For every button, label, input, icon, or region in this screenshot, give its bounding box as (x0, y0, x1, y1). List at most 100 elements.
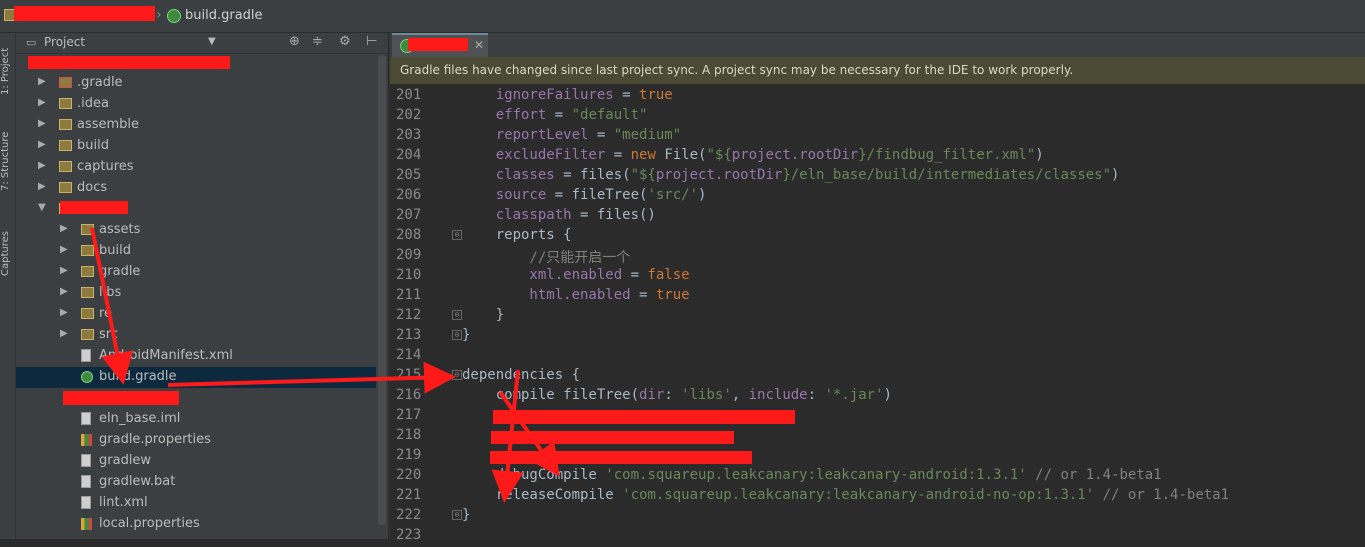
project-view-selector[interactable]: Project (44, 35, 85, 49)
code-text: html.enabled = true (462, 287, 689, 303)
fold-marker-icon[interactable]: ⊖ (452, 370, 462, 380)
code-line: 202 effort = "default" (390, 107, 1365, 127)
fold-marker-icon[interactable]: ⊖ (452, 330, 462, 340)
tab-structure[interactable]: 7: Structure (0, 125, 15, 197)
expand-arrow-icon[interactable]: ▶ (60, 286, 68, 297)
chevron-down-icon[interactable]: ▼ (208, 36, 216, 47)
code-token: File( (664, 147, 707, 163)
tree-item[interactable]: ▶ libs (16, 283, 376, 304)
code-token: excludeFilter (462, 147, 606, 163)
tab-captures[interactable]: Captures (0, 223, 15, 285)
expand-arrow-icon[interactable]: ▶ (38, 76, 46, 87)
tree-item[interactable]: build.gradle (16, 367, 376, 388)
code-token: 'libs' (681, 387, 732, 403)
tree-item-label: re (99, 306, 113, 321)
tree-item[interactable]: eln_base.iml (16, 409, 376, 430)
folder-icon (81, 308, 94, 319)
tree-item[interactable]: lint.xml (16, 493, 376, 514)
expand-arrow-icon[interactable]: ▶ (60, 307, 68, 318)
expand-arrow-icon[interactable]: ▶ (38, 160, 46, 171)
code-text: compile fileTree(dir: 'libs', include: '… (462, 387, 892, 403)
expand-arrow-icon[interactable]: ▶ (60, 223, 68, 234)
tree-item[interactable]: gradlew (16, 451, 376, 472)
expand-arrow-icon[interactable]: ▶ (38, 97, 46, 108)
tool-window-strip: 1: Project 7: Structure Captures (0, 33, 16, 539)
tree-item[interactable]: ▶ assets (16, 220, 376, 241)
code-text: ignoreFailures = true (462, 87, 673, 103)
tree-item[interactable]: ▶ build (16, 136, 376, 157)
code-token: 'com.squareup.leakcanary:leakcanary-andr… (622, 487, 1095, 503)
code-line: 214 (390, 347, 1365, 367)
collapse-arrow-icon[interactable]: ▼ (38, 202, 46, 213)
expand-arrow-icon[interactable]: ▶ (38, 118, 46, 129)
collapse-all-icon[interactable]: ≑ (312, 34, 323, 49)
tree-item[interactable]: gradle.properties (16, 430, 376, 451)
tree-item[interactable]: ▶ src (16, 325, 376, 346)
code-line: 222 ⊖} (390, 507, 1365, 527)
close-icon[interactable]: ✕ (474, 38, 484, 52)
expand-arrow-icon[interactable]: ▶ (38, 181, 46, 192)
editor-tab[interactable]: ✕ (392, 33, 488, 57)
code-area[interactable]: 201 ignoreFailures = true 202 effort = "d… (390, 84, 1365, 543)
code-token: source (462, 187, 547, 203)
sync-target-icon[interactable]: ⊕ (289, 34, 300, 49)
code-token: : (664, 387, 682, 403)
code-text: classes = files("${project.rootDir}/eln_… (462, 167, 1120, 183)
expand-arrow-icon[interactable]: ▶ (60, 244, 68, 255)
project-view-icon: ▭ (26, 36, 37, 49)
tree-item[interactable]: ▶ docs (16, 178, 376, 199)
hide-panel-icon[interactable]: ⊢ (366, 34, 377, 49)
breadcrumb-file[interactable]: build.gradle (185, 8, 263, 23)
navigation-bar: › build.gradle (0, 0, 1365, 33)
code-token: reportLevel (462, 127, 589, 143)
tree-item[interactable]: ▶ .idea (16, 94, 376, 115)
tree-item[interactable]: ▶ captures (16, 157, 376, 178)
properties-file-icon (81, 518, 92, 530)
tree-item[interactable]: gradlew.bat (16, 472, 376, 493)
code-token: false (647, 267, 690, 283)
folder-icon (81, 329, 94, 340)
code-token: = (630, 287, 656, 303)
code-token: = (613, 87, 640, 103)
code-token: classpath (462, 207, 572, 223)
tree-item-label: assets (99, 222, 141, 237)
tree-item-label: gradle.properties (99, 432, 211, 447)
tree-item[interactable]: ▶ gradle (16, 262, 376, 283)
expand-arrow-icon[interactable]: ▶ (38, 139, 46, 150)
expand-arrow-icon[interactable]: ▶ (60, 265, 68, 276)
expand-arrow-icon[interactable]: ▶ (60, 328, 68, 339)
fold-marker-icon[interactable]: ⊖ (452, 310, 462, 320)
code-line: 220 debugCompile 'com.squareup.leakcanar… (390, 467, 1365, 487)
redaction-mark (493, 410, 795, 424)
gear-icon[interactable]: ⚙ (339, 34, 351, 49)
tree-item[interactable]: local.properties (16, 514, 376, 535)
code-token: : (807, 387, 825, 403)
line-number: 222 (396, 507, 422, 523)
code-line: 206 source = fileTree('src/') (390, 187, 1365, 207)
fold-marker-icon[interactable]: ⊖ (452, 510, 462, 520)
tree-item[interactable]: ▶ re (16, 304, 376, 325)
scrollbar[interactable] (378, 55, 386, 525)
tree-item[interactable]: AndroidManifest.xml (16, 346, 376, 367)
code-token: ) (883, 387, 892, 403)
tree-item[interactable]: ▶ .gradle (16, 73, 376, 94)
tree-item[interactable]: ▶ build (16, 241, 376, 262)
code-line: 215 ⊖ dependencies { (390, 367, 1365, 387)
iml-file-icon (81, 412, 91, 425)
breadcrumb-separator: › (156, 7, 162, 23)
folder-icon (59, 119, 72, 130)
tree-item-label: .gradle (77, 75, 123, 90)
tree-item[interactable]: ▶ assemble (16, 115, 376, 136)
folder-icon (81, 266, 94, 277)
code-token: include (748, 387, 808, 403)
line-number: 212 (396, 307, 422, 323)
tab-project[interactable]: 1: Project (0, 41, 15, 101)
fold-marker-icon[interactable]: ⊖ (452, 230, 462, 240)
project-panel: ▭ Project ▼ ⊕ ≑ ⚙ ⊢ ▶ .gradle ▶ .idea ▶ assem… (16, 33, 388, 539)
folder-icon (81, 224, 94, 235)
code-token: effort (462, 107, 547, 123)
code-token: classes (462, 167, 555, 183)
code-text: } (462, 327, 470, 343)
code-line: 207 classpath = files() (390, 207, 1365, 227)
code-token: 'com.squareup.leakcanary:leakcanary-andr… (605, 467, 1027, 483)
